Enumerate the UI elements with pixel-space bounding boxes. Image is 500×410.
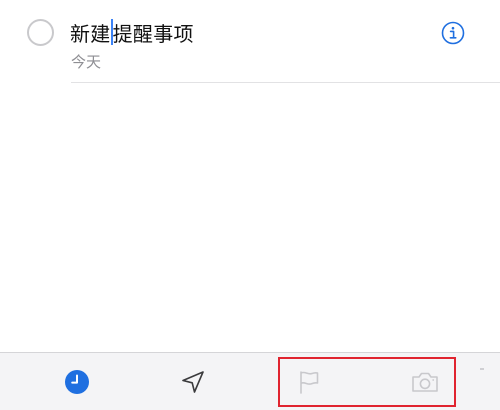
reminder-title[interactable]: 新建 提醒事项 xyxy=(70,17,194,47)
edge-mark xyxy=(480,368,484,370)
row-divider xyxy=(71,82,500,83)
complete-checkbox[interactable] xyxy=(27,19,54,46)
highlight-annotation-box xyxy=(278,357,456,407)
info-icon[interactable] xyxy=(441,21,465,45)
location-arrow-icon[interactable] xyxy=(180,369,206,395)
reminder-row[interactable]: 新建 提醒事项 今天 xyxy=(0,0,500,84)
clock-icon[interactable] xyxy=(64,369,90,395)
reminder-title-text-end: 提醒事项 xyxy=(112,21,194,46)
reminder-title-text-start: 新建 xyxy=(70,21,111,46)
reminder-date: 今天 xyxy=(71,53,102,71)
